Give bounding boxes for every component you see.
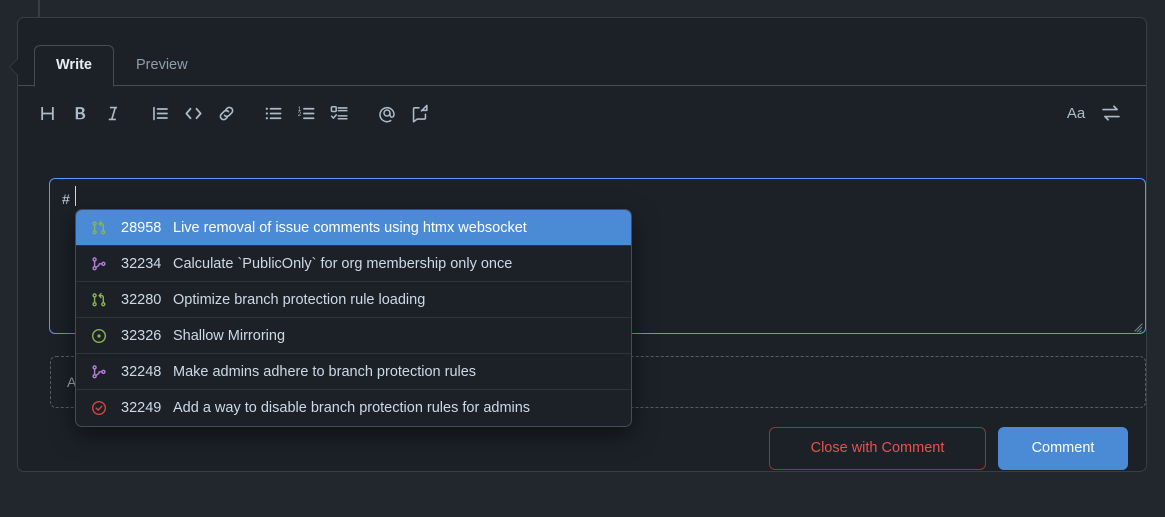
autocomplete-item-title: Calculate `PublicOnly` for org membershi… [173, 255, 513, 272]
issue-open-icon [90, 327, 108, 345]
bold-icon[interactable] [67, 100, 94, 127]
form-actions: Close with Comment Comment [769, 427, 1128, 471]
issue-closed-icon [90, 399, 108, 417]
close-with-comment-button[interactable]: Close with Comment [769, 427, 986, 471]
issue-autocomplete-dropdown: 28958 Live removal of issue comments usi… [75, 209, 632, 427]
toolbar-left-group: 1 2 [34, 100, 439, 127]
pull-request-merged-icon [90, 363, 108, 381]
autocomplete-item-number: 32249 [121, 400, 162, 416]
pull-request-merged-icon [90, 255, 108, 273]
switch-editor-icon[interactable] [1097, 100, 1124, 127]
pull-request-open-icon [90, 219, 108, 237]
text-caret [75, 186, 76, 206]
code-icon[interactable] [180, 100, 207, 127]
autocomplete-item-number: 32248 [121, 363, 162, 380]
mention-icon[interactable] [373, 100, 400, 127]
timeline-connector [38, 0, 40, 18]
comment-form-card: Write Preview 1 2 Aa # Close with Commen… [9, 17, 1147, 472]
autocomplete-item-number: 28958 [121, 219, 162, 236]
comment-button[interactable]: Comment [998, 427, 1128, 471]
autocomplete-item-number: 32326 [121, 327, 162, 344]
autocomplete-item[interactable]: 32249 Add a way to disable branch protec… [76, 390, 631, 426]
editor-tabs: Write Preview [18, 18, 1146, 87]
autocomplete-item[interactable]: 28958 Live removal of issue comments usi… [76, 210, 631, 246]
toolbar-right-group: Aa [1061, 100, 1130, 127]
tab-preview[interactable]: Preview [114, 45, 210, 86]
pull-request-open-icon [90, 291, 108, 309]
autocomplete-item[interactable]: 32234 Calculate `PublicOnly` for org mem… [76, 246, 631, 282]
unordered-list-icon[interactable] [260, 100, 287, 127]
autocomplete-item-number: 32280 [121, 291, 162, 308]
autocomplete-item-number: 32234 [121, 255, 162, 272]
link-icon[interactable] [213, 100, 240, 127]
autocomplete-item-title: Add a way to disable branch protection r… [173, 400, 531, 416]
quote-icon[interactable] [147, 100, 174, 127]
autocomplete-item[interactable]: 32326 Shallow Mirroring [76, 318, 631, 354]
autocomplete-item-title: Optimize branch protection rule loading [173, 291, 426, 308]
tab-write[interactable]: Write [34, 44, 114, 87]
markdown-toolbar: 1 2 Aa [18, 86, 1146, 140]
speech-bubble-tail [10, 59, 18, 75]
autocomplete-item-title: Live removal of issue comments using htm… [173, 219, 527, 236]
autocomplete-item[interactable]: 32280 Optimize branch protection rule lo… [76, 282, 631, 318]
cross-reference-icon[interactable] [406, 100, 433, 127]
ordered-list-icon[interactable]: 1 2 [293, 100, 320, 127]
svg-text:2: 2 [298, 111, 302, 118]
text-size-icon[interactable]: Aa [1061, 100, 1091, 127]
italic-icon[interactable] [100, 100, 127, 127]
heading-icon[interactable] [34, 100, 61, 127]
autocomplete-item-title: Make admins adhere to branch protection … [173, 363, 477, 380]
autocomplete-item-title: Shallow Mirroring [173, 327, 286, 344]
autocomplete-item[interactable]: 32248 Make admins adhere to branch prote… [76, 354, 631, 390]
task-list-icon[interactable] [326, 100, 353, 127]
